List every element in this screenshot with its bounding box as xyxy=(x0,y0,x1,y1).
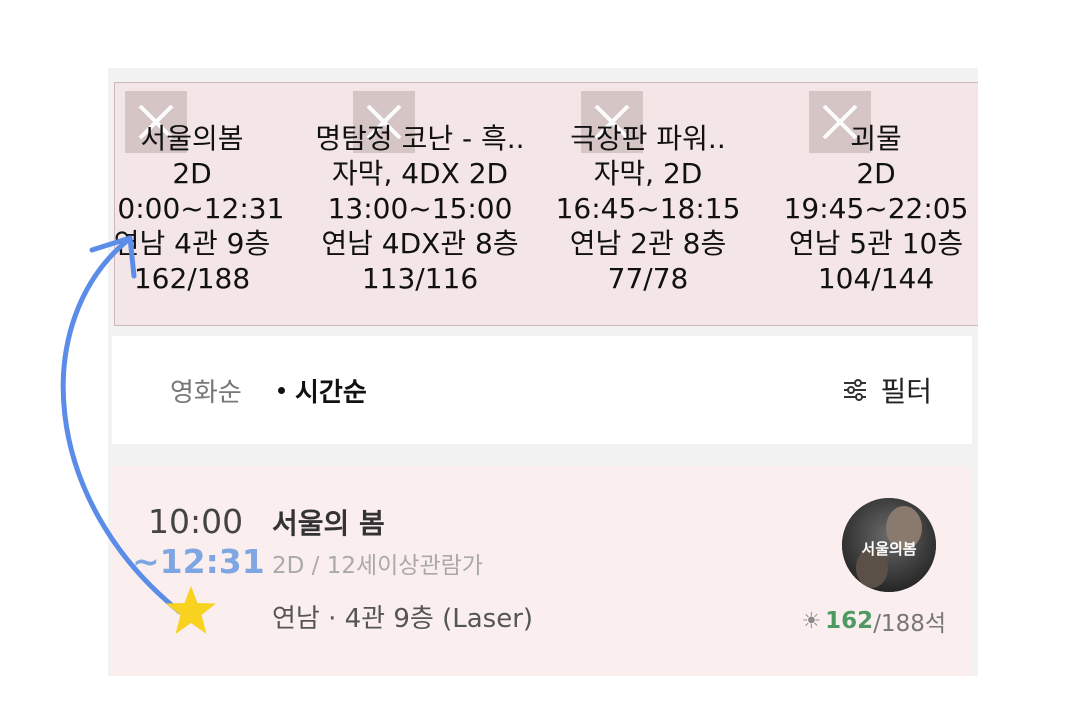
favorite-hall: 연남 2관 8층 xyxy=(569,227,727,260)
favorite-time: 16:45~18:15 xyxy=(555,192,741,225)
favorite-format: 2D xyxy=(856,157,896,190)
star-icon xyxy=(166,586,216,634)
sort-by-time-label: 시간순 xyxy=(295,378,367,408)
favorite-time: 10:00~12:31 xyxy=(114,192,285,225)
sort-bar: 영화순 시간순 필터 xyxy=(112,336,972,444)
favorite-format: 자막, 2D xyxy=(593,157,703,190)
seat-count: ☀ 162 /188석 xyxy=(801,604,946,638)
favorite-title: 명탐정 코난 - 흑.. xyxy=(315,122,525,155)
movie-poster: 서울의봄 xyxy=(842,498,936,592)
start-time: 10:00 xyxy=(148,502,244,541)
favorite-info: 극장판 파워.. 자막, 2D 16:45~18:15 연남 2관 8층 77/… xyxy=(533,121,763,296)
end-time: ~12:31 xyxy=(132,542,265,581)
favorite-title: 괴물 xyxy=(850,122,902,155)
movie-meta: 2D / 12세이상관람가 xyxy=(272,553,483,579)
favorites-strip: 서울의봄 2D 10:00~12:31 연남 4관 9층 162/188 명탐정… xyxy=(114,82,978,326)
seats-available: 162 xyxy=(825,608,874,634)
filter-button[interactable]: 필터 xyxy=(842,370,932,410)
app-screen: 서울의봄 2D 10:00~12:31 연남 4관 9층 162/188 명탐정… xyxy=(108,68,978,676)
favorite-card[interactable]: 서울의봄 2D 10:00~12:31 연남 4관 9층 162/188 xyxy=(114,83,307,325)
favorite-seats: 162/188 xyxy=(133,262,251,295)
favorite-time: 19:45~22:05 xyxy=(783,192,969,225)
favorite-info: 서울의봄 2D 10:00~12:31 연남 4관 9층 162/188 xyxy=(114,121,307,296)
favorite-hall: 연남 4DX관 8층 xyxy=(321,227,519,260)
favorite-title: 서울의봄 xyxy=(140,122,244,155)
favorite-info: 괴물 2D 19:45~22:05 연남 5관 10층 104/144 xyxy=(761,121,978,296)
favorite-format: 2D xyxy=(172,157,212,190)
favorite-time: 13:00~15:00 xyxy=(327,192,513,225)
filter-label: 필터 xyxy=(880,375,932,408)
favorite-format: 자막, 4DX 2D xyxy=(331,157,509,190)
seats-total: /188석 xyxy=(873,611,946,637)
favorite-card[interactable]: 극장판 파워.. 자막, 2D 16:45~18:15 연남 2관 8층 77/… xyxy=(533,83,763,325)
active-dot-icon xyxy=(278,387,285,394)
favorite-card[interactable]: 명탐정 코난 - 흑.. 자막, 4DX 2D 13:00~15:00 연남 4… xyxy=(305,83,535,325)
favorite-info: 명탐정 코난 - 흑.. 자막, 4DX 2D 13:00~15:00 연남 4… xyxy=(305,121,535,296)
favorite-hall: 연남 4관 9층 xyxy=(114,227,271,260)
favorite-title: 극장판 파워.. xyxy=(570,122,726,155)
movie-hall: 연남 · 4관 9층 (Laser) xyxy=(272,604,534,634)
poster-title: 서울의봄 xyxy=(861,540,916,558)
favorite-seats: 77/78 xyxy=(607,262,689,295)
sort-by-movie-tab[interactable]: 영화순 xyxy=(170,372,242,409)
favorite-seats: 113/116 xyxy=(361,262,479,295)
sort-by-time-tab[interactable]: 시간순 xyxy=(278,372,367,409)
sliders-icon xyxy=(844,379,867,401)
favorite-card[interactable]: 괴물 2D 19:45~22:05 연남 5관 10층 104/144 xyxy=(761,83,978,325)
poster-image: 서울의봄 xyxy=(842,498,936,592)
sun-icon: ☀ xyxy=(801,608,822,634)
showtime-row[interactable]: 10:00 ~12:31 서울의 봄 2D / 12세이상관람가 연남 · 4관… xyxy=(112,466,972,676)
favorite-seats: 104/144 xyxy=(817,262,935,295)
movie-title: 서울의 봄 xyxy=(272,507,385,540)
favorite-hall: 연남 5관 10층 xyxy=(788,227,964,260)
